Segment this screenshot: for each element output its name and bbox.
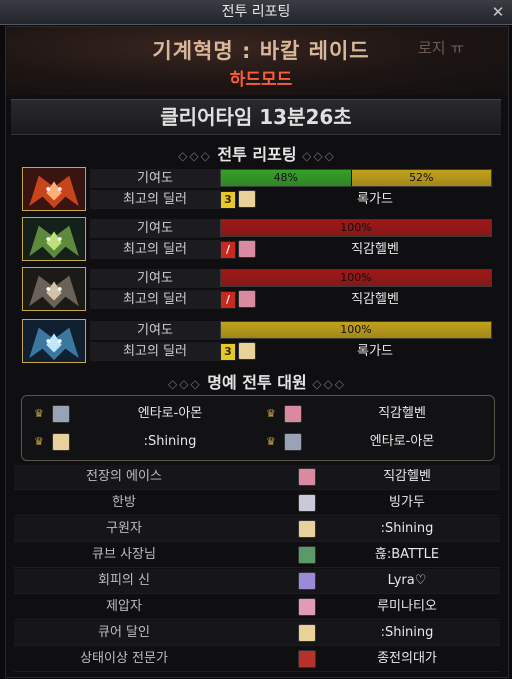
contribution-segment: 100% [221,270,491,286]
award-title: 한방 [112,495,136,510]
silver-character-icon [284,433,302,451]
boss-row: 기여도최고의 딜러 100% 3 록가드 [22,319,498,363]
award-title: 전장의 에이스 [86,469,162,484]
boss-row: 기여도최고의 딜러 100% / 직감헬벤 [22,267,498,311]
award-row: 한방 빙가두 [14,491,500,516]
award-row: 전장의 에이스 직감헬벤 [14,465,500,490]
report-section-title: ◇◇◇ 전투 리포팅 ◇◇◇ [6,141,508,165]
crown-icon: ♛ [266,435,276,448]
pink-character-icon [238,240,256,258]
blonde-character-icon [238,342,256,360]
class-badge-icon: 3 [220,343,236,361]
ornament-left: ◇◇◇ [168,377,202,391]
honor-member-name: 엔타로-아몬 [137,406,203,421]
class-badge-icon: / [220,291,236,309]
honor-member: ♛ 엔타로-아몬 [30,401,260,427]
ornament-left: ◇◇◇ [178,149,212,163]
award-winner-name: 종전의대가 [377,651,437,666]
award-title: 큐브 사장님 [92,547,156,562]
contribution-segment: 100% [221,220,491,236]
silver-character-icon [52,405,70,423]
award-title: 구원자 [106,521,142,536]
contribution-label: 기여도 [90,219,220,238]
contribution-bar: 48% 52% [220,169,492,187]
award-winner-name: :Shining [380,521,434,536]
contribution-bar: 100% [220,219,492,237]
award-row: 구원자 :Shining [14,517,500,542]
crown-icon: ♛ [266,407,276,420]
green-dragon-icon [22,217,86,261]
raid-header: 기계혁명 : 바칼 레이드 하드모드 로지 ㅠ [6,27,508,95]
award-row: 큐어 달인 :Shining [14,621,500,646]
award-row: 회피의 신 Lyra♡ [14,569,500,594]
boss-row: 기여도최고의 딜러 48% 52% 3 록가드 [22,167,498,211]
award-title: 제압자 [106,599,142,614]
honor-members-box: ♛ 엔타로-아몬 ♛ 직감헬벤 ♛ :Shining ♛ 엔타로-아몬 [21,395,495,461]
honor-section-label: 명예 전투 대원 [207,373,307,392]
crown-icon: ♛ [34,435,44,448]
top-dealer-label: 최고의 딜러 [90,290,220,309]
top-dealer-label: 최고의 딜러 [90,342,220,361]
metal-dragon-icon [22,267,86,311]
award-row: 상태이상 전문가 종전의대가 [14,647,500,672]
award-winner-name: 흖:BATTLE [374,547,440,562]
honor-member-name: 엔타로-아몬 [369,434,435,449]
difficulty-label: 하드모드 [229,70,293,90]
award-winner-name: 빙가두 [389,495,425,510]
award-row: 제압자 루미나티오 [14,595,500,620]
top-dealer: / 직감헬벤 [220,290,492,309]
top-dealer-label: 최고의 딜러 [90,190,220,209]
top-dealer-name: 직감헬벤 [351,242,399,257]
window-title: 전투 리포팅 [221,4,291,20]
clear-time: 클리어타임 13분26초 [11,99,501,135]
contribution-label: 기여도 [90,321,220,340]
award-winner-name: Lyra♡ [387,573,427,588]
blonde-character-icon [52,433,70,451]
award-title: 회피의 신 [98,573,150,588]
honor-member-name: :Shining [143,434,197,449]
award-winner-name: 직감헬벤 [383,469,431,484]
award-title: 큐어 달인 [98,625,150,640]
honor-member: ♛ 직감헬벤 [262,401,492,427]
class-badge-icon: / [220,241,236,259]
contribution-label: 기여도 [90,169,220,188]
boss-row: 기여도최고의 딜러 100% / 직감헬벤 [22,217,498,261]
top-dealer-label: 최고의 딜러 [90,240,220,259]
fire-dragon-icon [22,167,86,211]
background-text: 로지 ㅠ [418,39,465,57]
battle-report-panel: 기계혁명 : 바칼 레이드 하드모드 로지 ㅠ 클리어타임 13분26초 ◇◇◇… [5,26,509,678]
crown-icon: ♛ [34,407,44,420]
honor-member: ♛ 엔타로-아몬 [262,429,492,455]
close-icon[interactable]: ✕ [490,4,506,20]
contribution-segment: 52% [350,170,491,186]
honor-member: ♛ :Shining [30,429,260,455]
window-titlebar: 전투 리포팅 ✕ [0,0,512,25]
contribution-segment: 48% [221,170,351,186]
contribution-bar: 100% [220,269,492,287]
honor-member-name: 직감헬벤 [378,406,426,421]
award-title: 상태이상 전문가 [80,651,168,666]
pink-character-icon [284,405,302,423]
honor-section-title: ◇◇◇ 명예 전투 대원 ◇◇◇ [6,369,508,393]
class-badge-icon: 3 [220,191,236,209]
report-section-label: 전투 리포팅 [217,145,297,164]
pink-character-icon [238,290,256,308]
raid-title: 기계혁명 : 바칼 레이드 [152,39,370,63]
award-winner-name: 루미나티오 [377,599,437,614]
award-winner-name: :Shining [380,625,434,640]
top-dealer: 3 록가드 [220,190,492,209]
top-dealer-name: 록가드 [357,192,393,207]
contribution-segment: 100% [221,322,491,338]
ornament-right: ◇◇◇ [312,377,346,391]
award-row: 큐브 사장님 흖:BATTLE [14,543,500,568]
blonde-character-icon [238,190,256,208]
top-dealer: / 직감헬벤 [220,240,492,259]
top-dealer-name: 직감헬벤 [351,292,399,307]
top-dealer-name: 록가드 [357,344,393,359]
contribution-bar: 100% [220,321,492,339]
ice-dragon-icon [22,319,86,363]
contribution-label: 기여도 [90,269,220,288]
ornament-right: ◇◇◇ [302,149,336,163]
top-dealer: 3 록가드 [220,342,492,361]
